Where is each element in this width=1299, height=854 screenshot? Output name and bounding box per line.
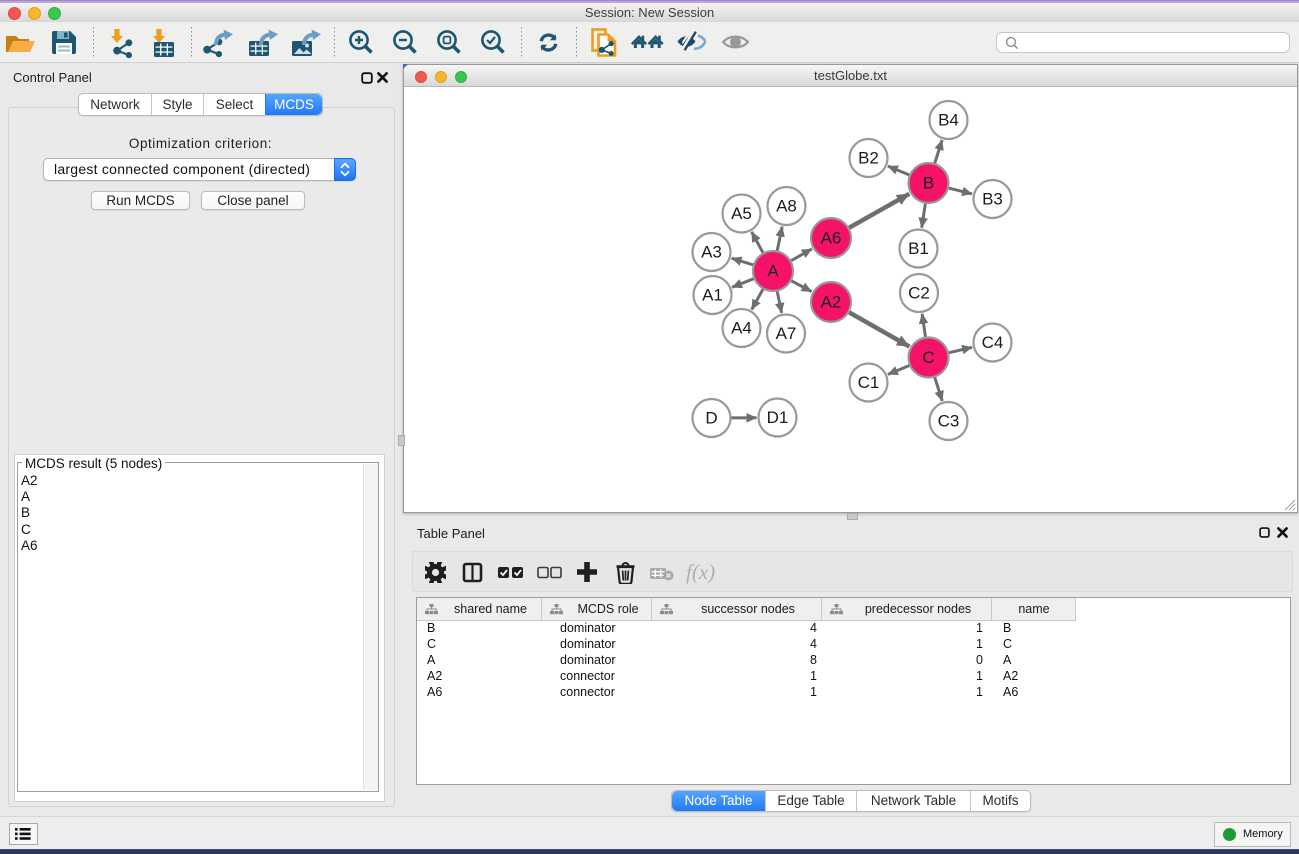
svg-text:A3: A3 bbox=[701, 243, 722, 262]
svg-text:C2: C2 bbox=[908, 284, 930, 303]
svg-text:B2: B2 bbox=[858, 149, 879, 168]
svg-text:A7: A7 bbox=[776, 324, 797, 343]
svg-text:A8: A8 bbox=[776, 197, 797, 216]
svg-text:A5: A5 bbox=[731, 204, 752, 223]
svg-text:B4: B4 bbox=[938, 111, 959, 130]
svg-text:C4: C4 bbox=[982, 333, 1004, 352]
svg-text:A6: A6 bbox=[821, 229, 842, 248]
svg-text:D1: D1 bbox=[767, 408, 789, 427]
svg-text:A: A bbox=[767, 262, 779, 281]
svg-text:A4: A4 bbox=[731, 319, 752, 338]
svg-text:B: B bbox=[923, 174, 934, 193]
svg-text:C3: C3 bbox=[938, 412, 960, 431]
svg-text:D: D bbox=[705, 409, 717, 428]
svg-text:B1: B1 bbox=[908, 239, 929, 258]
svg-text:A1: A1 bbox=[702, 286, 723, 305]
svg-text:A2: A2 bbox=[821, 293, 842, 312]
svg-text:C1: C1 bbox=[858, 373, 880, 392]
svg-text:B3: B3 bbox=[982, 190, 1003, 209]
svg-text:C: C bbox=[922, 348, 934, 367]
